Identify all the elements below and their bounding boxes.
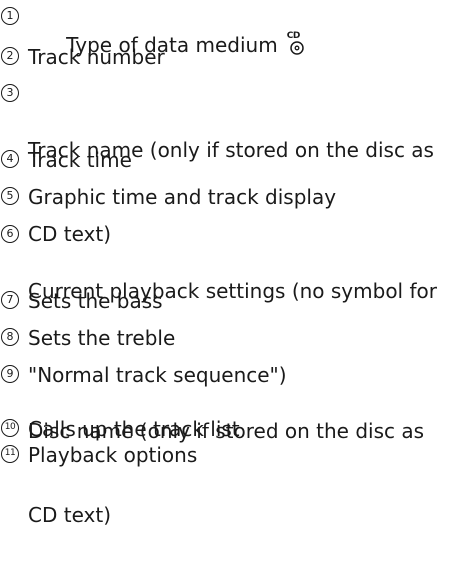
legend-item-text: Track time <box>28 148 132 172</box>
legend-item-text: Track number <box>28 45 165 69</box>
item-number-badge: 3 <box>1 84 19 102</box>
legend-item-text: Sets the treble <box>28 326 176 350</box>
legend-item-text: Playback options <box>28 443 198 467</box>
item-number-badge: 7 <box>1 291 19 309</box>
legend-item: 6 Current playback settings (no symbol f… <box>0 218 466 387</box>
item-number-badge: 10 <box>1 419 19 437</box>
legend-list: 1 Type of data medium CD 2 Track number 3… <box>0 0 466 527</box>
item-number-badge: 1 <box>1 7 19 25</box>
legend-item: 1 Type of data medium CD <box>0 0 466 57</box>
legend-item: 5 Graphic time and track display <box>0 180 466 216</box>
legend-item: 8 Sets the treble <box>0 321 466 357</box>
legend-item: 2 Track number <box>0 40 466 76</box>
legend-item-text: Graphic time and track display <box>28 185 337 209</box>
item-number-badge: 6 <box>1 225 19 243</box>
legend-item-text-line: CD text) <box>28 503 111 527</box>
item-number-badge: 4 <box>1 150 19 168</box>
item-number-badge: 8 <box>1 328 19 346</box>
legend-item: 11 Playback options <box>0 438 466 474</box>
legend-item: 3 Track name (only if stored on the disc… <box>0 77 466 246</box>
item-number-badge: 11 <box>1 445 19 463</box>
legend-item: 7 Sets the bass <box>0 284 466 320</box>
item-number-badge: 5 <box>1 187 19 205</box>
item-number-badge: 9 <box>1 365 19 383</box>
legend-item-text: Sets the bass <box>28 289 163 313</box>
legend-item: 4 Track time <box>0 143 466 179</box>
item-number-badge: 2 <box>1 47 19 65</box>
